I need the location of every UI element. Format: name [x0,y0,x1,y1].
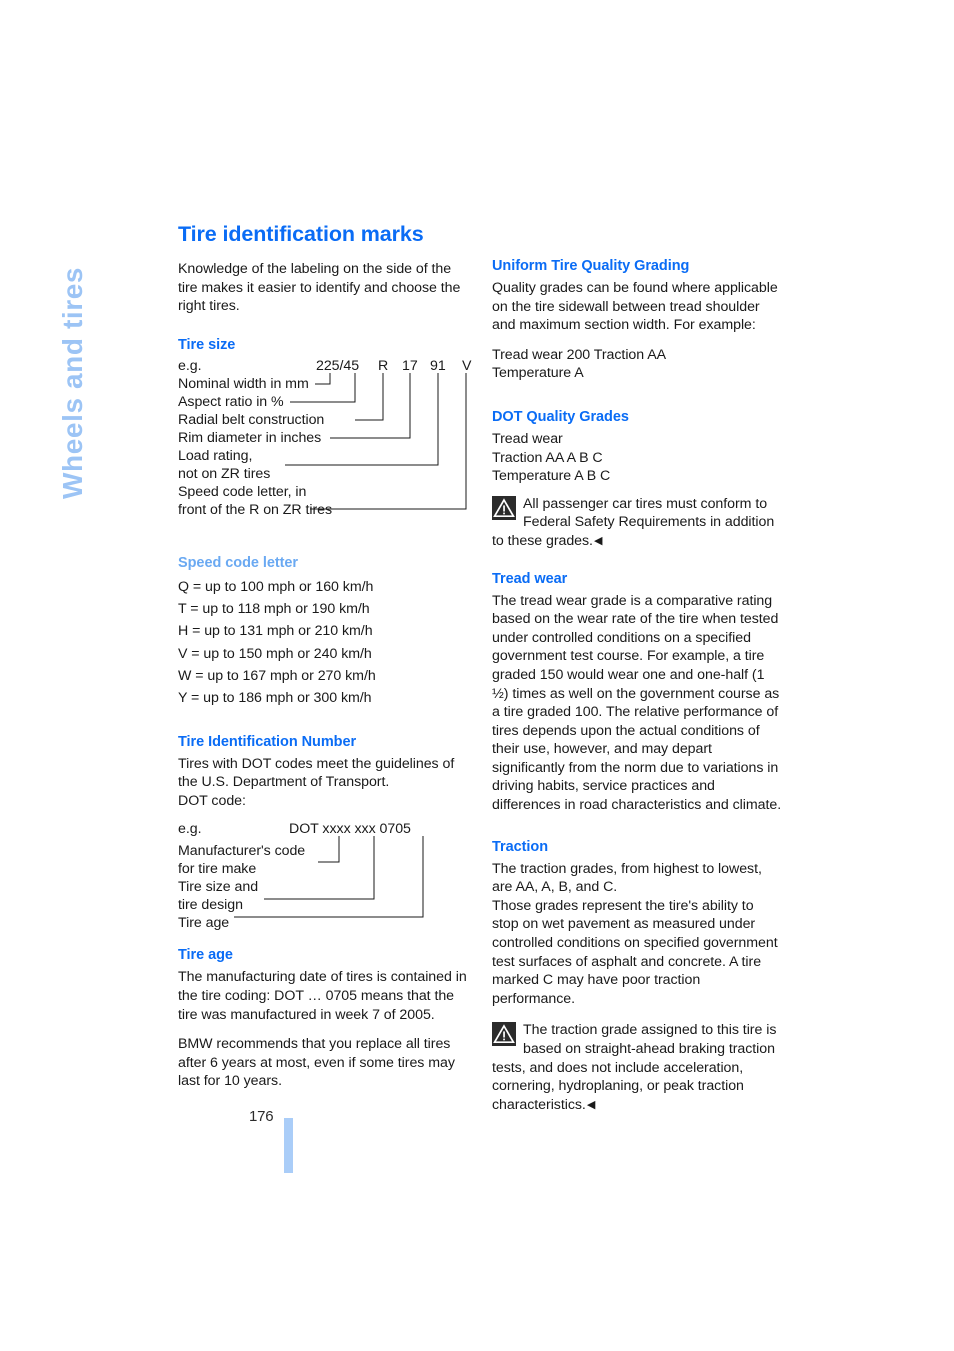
warning-note-text: The traction grade assigned to this tire… [492,1022,777,1113]
speed-code-item: W = up to 167 mph or 270 km/h [178,667,376,684]
intro-paragraph: Knowledge of the labeling on the side of… [178,261,461,315]
dot-code-callout-2: Tire size and [178,879,259,896]
warning-note-federal-safety: All passenger car tires must conform to … [492,495,782,551]
section-heading-tire-identification-number: Tire Identification Number [178,733,357,750]
footer-chapter-marker [284,1118,293,1173]
section-heading-tread-wear: Tread wear [492,570,568,587]
speed-code-item: V = up to 150 mph or 240 km/h [178,645,372,662]
tire-age-paragraph-2: BMW recommends that you replace all tire… [178,1036,455,1090]
dot-code-callout-3: tire design [178,897,243,914]
dot-code-callout-1: for tire make [178,861,257,878]
speed-code-item: Q = up to 100 mph or 160 km/h [178,578,374,595]
traction-body-1: The traction grades, from highest to low… [492,860,762,896]
note-end-arrow-icon: ◀ [593,534,603,547]
speed-code-list: Q = up to 100 mph or 160 km/h T = up to … [178,576,468,710]
right-column: Uniform Tire Quality Grading Quality gra… [492,258,782,1125]
tire-size-callout-2: Radial belt construction [178,411,325,428]
dot-quality-grade-line: Traction AA A B C [492,449,603,466]
tire-size-callout-0: Nominal width in mm [178,375,309,392]
page-title: Tire identification marks [178,222,424,246]
dot-quality-grades-lines: Tread wear Traction AA A B C Temperature… [492,430,782,486]
tire-size-callout-1: Aspect ratio in % [178,393,284,410]
tin-body: Tires with DOT codes meet the guidelines… [178,755,455,791]
traction-body-2: Those grades represent the tire's abilit… [492,897,778,1007]
section-heading-dot-quality-grades: DOT Quality Grades [492,408,629,425]
section-heading-traction: Traction [492,838,548,855]
utqg-example-lines: Tread wear 200 Traction AA Temperature A [492,346,782,383]
manual-page: Wheels and tires Tire identification mar… [0,0,954,1351]
tread-wear-body: The tread wear grade is a comparative ra… [492,592,782,814]
warning-note-text: All passenger car tires must conform to … [492,495,775,549]
dot-code-label: DOT code: [178,792,246,809]
chapter-tab-label: Wheels and tires [57,266,88,499]
speed-code-item: H = up to 131 mph or 210 km/h [178,623,373,640]
tire-size-diagram: e.g. 225/45 R 17 91 V Nominal width in m… [178,358,471,526]
utqg-example-line: Temperature A [492,365,584,382]
left-column: Tire identification marks Knowledge of t… [178,222,471,1102]
section-heading-tire-size: Tire size [178,336,236,353]
warning-note-traction-grade: The traction grade assigned to this tire… [492,1021,782,1114]
dot-code-diagram: e.g. DOT xxxx xxx 0705 Manufacturer's co… [178,821,468,931]
tire-size-callout-5: not on ZR tires [178,465,271,482]
tire-size-callout-3: Rim diameter in inches [178,429,322,446]
speed-code-item: T = up to 118 mph or 190 km/h [178,601,370,618]
section-heading-tire-age: Tire age [178,947,233,964]
tire-age-paragraph-1: The manufacturing date of tires is conta… [178,969,467,1023]
note-end-arrow-icon: ◀ [586,1098,596,1111]
dot-code-callout-0: Manufacturer's code [178,843,306,860]
dot-quality-grade-line: Tread wear [492,430,563,447]
dot-code-callout-4: Tire age [178,915,230,932]
utqg-body: Quality grades can be found where applic… [492,280,778,334]
warning-triangle-icon [492,1022,516,1047]
speed-code-item: Y = up to 186 mph or 300 km/h [178,690,372,707]
tire-size-callout-6: Speed code letter, in [178,483,307,500]
section-heading-speed-code-letter: Speed code letter [178,554,299,571]
warning-triangle-icon [492,495,516,520]
section-heading-uniform-tire-quality-grading: Uniform Tire Quality Grading [492,258,690,274]
tire-size-callout-4: Load rating, [178,447,253,464]
page-number: 176 [249,1108,274,1125]
dot-quality-grade-line: Temperature A B C [492,468,611,485]
tire-size-callout-7: front of the R on ZR tires [178,501,333,518]
utqg-example-line: Tread wear 200 Traction AA [492,346,667,363]
